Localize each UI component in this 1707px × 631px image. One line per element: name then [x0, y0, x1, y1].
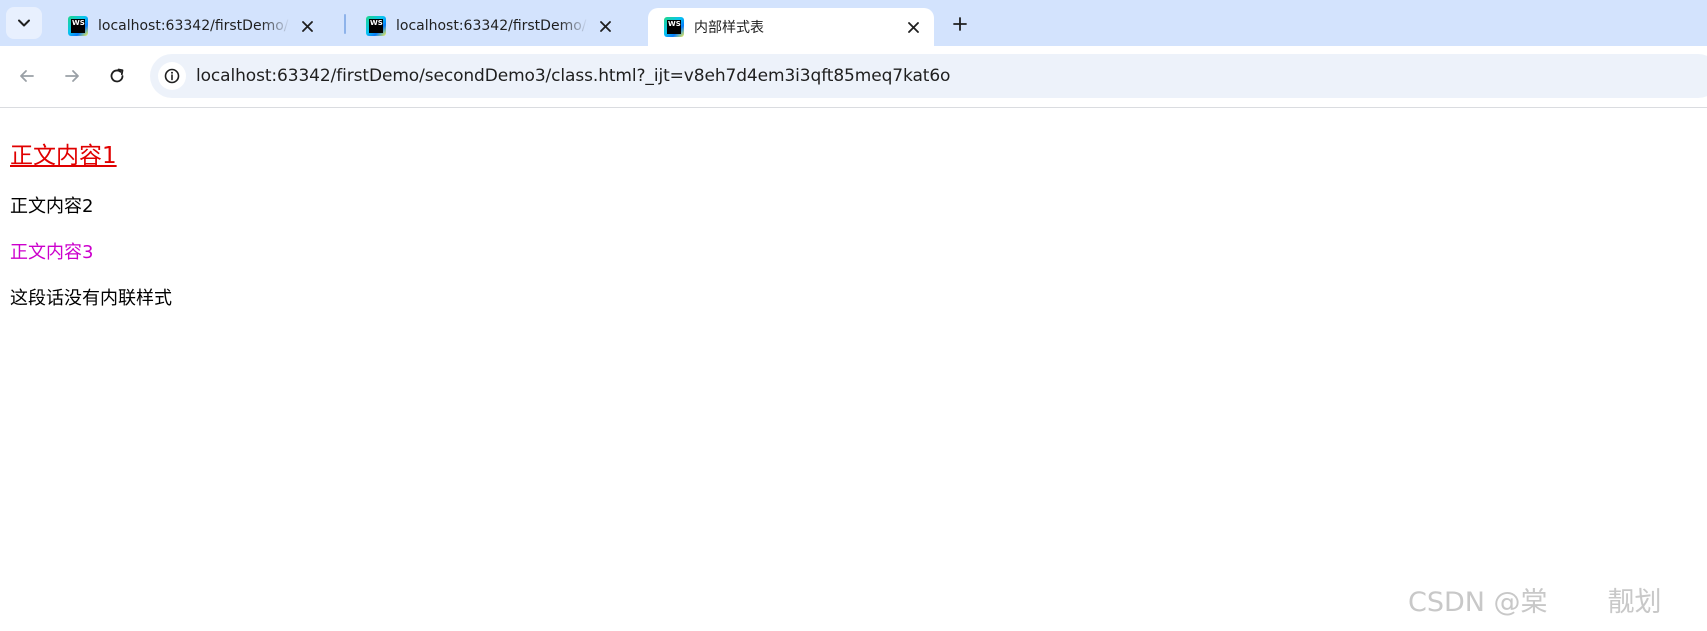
tab-strip: WS localhost:63342/firstDemo/secondDemo3… [0, 0, 1707, 46]
close-icon [301, 20, 313, 32]
tab-search-button[interactable] [6, 7, 42, 39]
address-url[interactable]: localhost:63342/firstDemo/secondDemo3/cl… [196, 66, 950, 86]
paragraph-1: 正文内容1 [10, 143, 117, 169]
arrow-left-icon [20, 70, 34, 82]
close-icon [907, 21, 919, 33]
tab-close-button[interactable] [596, 17, 614, 35]
reload-icon [110, 68, 124, 83]
paragraph-2: 正文内容2 [10, 196, 94, 217]
back-button[interactable] [10, 59, 44, 93]
close-icon [599, 20, 611, 32]
watermark-left: CSDN @棠 [1408, 587, 1548, 618]
site-info-button[interactable] [158, 62, 186, 90]
paragraph-4: 这段话没有内联样式 [10, 288, 172, 309]
paragraph-3: 正文内容3 [10, 242, 94, 263]
tab-close-button[interactable] [904, 18, 922, 36]
tab-title: localhost:63342/firstDemo/secondDemo3/cl… [98, 18, 290, 34]
reload-button[interactable] [100, 59, 134, 93]
tab-close-button[interactable] [298, 17, 316, 35]
arrow-right-icon [65, 70, 79, 82]
new-tab-button[interactable] [946, 10, 974, 38]
address-bar[interactable]: localhost:63342/firstDemo/secondDemo3/cl… [150, 54, 1707, 98]
tab-1[interactable]: WS localhost:63342/firstDemo/secondDemo3… [52, 8, 328, 44]
info-icon [164, 68, 180, 84]
webstorm-icon: WS [68, 16, 88, 36]
tab-2[interactable]: WS localhost:63342/firstDemo/secondDemo3… [350, 8, 626, 44]
forward-button[interactable] [55, 59, 89, 93]
tab-title: 内部样式表 [694, 20, 764, 36]
webstorm-icon: WS [366, 16, 386, 36]
browser-toolbar: localhost:63342/firstDemo/secondDemo3/cl… [0, 46, 1707, 108]
chevron-down-icon [18, 19, 30, 27]
tab-divider [344, 14, 346, 34]
watermark: CSDN @棠 靓划 [1408, 580, 1662, 619]
webstorm-icon: WS [664, 17, 684, 37]
watermark-right: 靓划 [1607, 587, 1662, 618]
tab-title: localhost:63342/firstDemo/secondDemo3/cl… [396, 18, 588, 34]
tab-3-active[interactable]: WS 内部样式表 [648, 8, 934, 46]
plus-icon [953, 17, 967, 31]
